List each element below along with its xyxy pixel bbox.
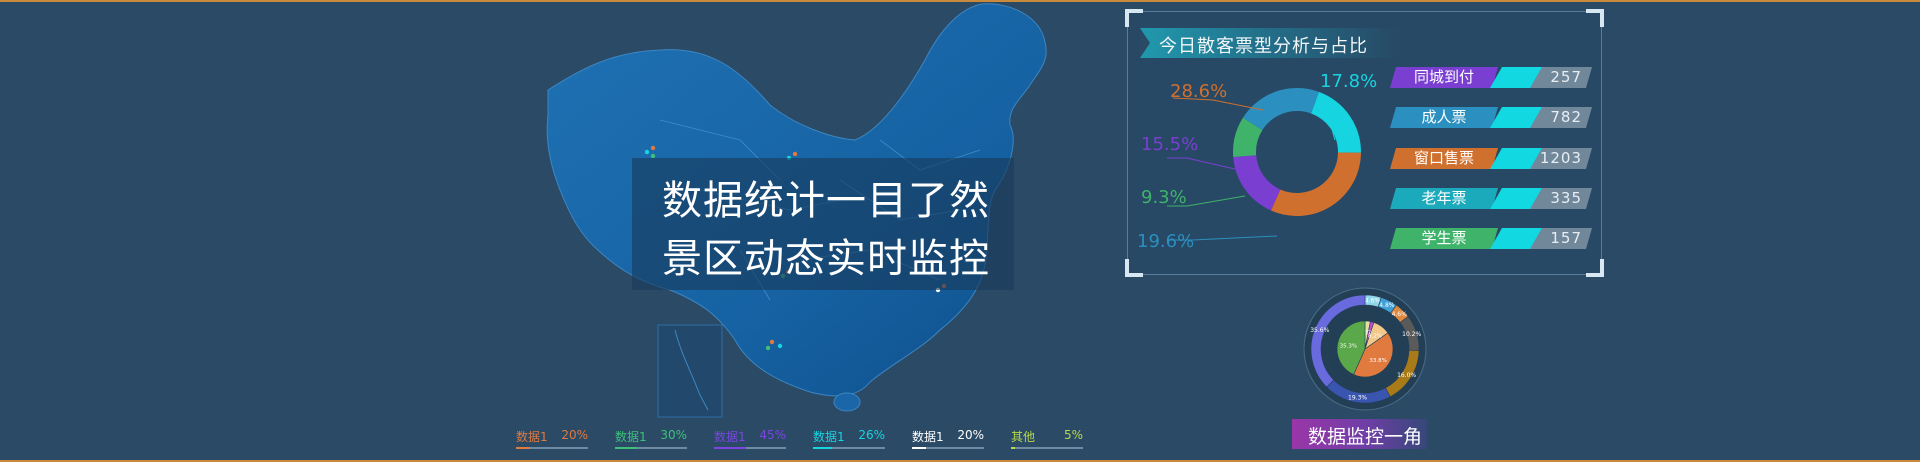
legend-name: 数据1 <box>714 430 746 444</box>
legend-fill <box>1011 447 1015 449</box>
ticket-row[interactable]: 老年票 335 <box>1390 188 1592 209</box>
inner-pie-label: 35.3% <box>1340 343 1357 349</box>
legend-pct: 30% <box>660 428 687 442</box>
monitor-ring-chart: 4.6%4.8%4.6%10.2%16.0%19.3%35.6% 2.5%1.7%… <box>1303 287 1427 411</box>
panel-title: 今日散客票型分析与占比 <box>1159 36 1368 57</box>
ticket-row-value: 257 <box>1550 68 1582 86</box>
donut-label: 17.8% <box>1320 71 1378 92</box>
donut-slice[interactable] <box>1233 155 1281 211</box>
legend-fill <box>813 447 832 449</box>
ticket-row[interactable]: 学生票 157 <box>1390 228 1592 249</box>
panel-corner <box>1125 9 1143 27</box>
legend-name: 数据1 <box>813 430 845 444</box>
legend-track <box>1011 447 1083 449</box>
ticket-row-label: 同城到付 <box>1390 67 1498 88</box>
legend-item[interactable]: 其他 5% <box>1011 426 1083 452</box>
legend-fill <box>615 447 637 449</box>
donut-label: 28.6% <box>1170 81 1228 102</box>
outer-ring-label: 4.6% <box>1365 298 1381 305</box>
map-island <box>833 392 861 412</box>
title-flag-icon <box>1140 28 1150 58</box>
headline-line-1: 数据统计一目了然 <box>662 178 990 224</box>
panel-corner <box>1586 9 1604 27</box>
headline-line-2: 景区动态实时监控 <box>662 236 990 282</box>
legend-item[interactable]: 数据1 26% <box>813 426 885 452</box>
legend-item[interactable]: 数据1 30% <box>615 426 687 452</box>
ticket-row[interactable]: 同城到付 257 <box>1390 67 1592 88</box>
outer-ring-label: 16.0% <box>1397 372 1416 379</box>
headline-overlay: 数据统计一目了然 景区动态实时监控 <box>632 158 1014 290</box>
ticket-row-value: 1203 <box>1539 149 1582 167</box>
outer-ring-label: 19.3% <box>1348 394 1367 401</box>
legend-name: 其他 <box>1011 430 1036 444</box>
ticket-row-label: 老年票 <box>1390 188 1498 209</box>
legend-item[interactable]: 数据1 20% <box>516 426 588 452</box>
ticket-row[interactable]: 窗口售票 1203 <box>1390 148 1592 169</box>
outer-ring-label: 35.6% <box>1310 327 1329 334</box>
legend-pct: 5% <box>1063 428 1083 442</box>
donut-label: 19.6% <box>1137 231 1195 252</box>
donut-slice[interactable] <box>1270 152 1361 216</box>
legend-pct: 20% <box>561 428 588 442</box>
legend-fill <box>912 447 927 449</box>
legend-pct: 45% <box>759 428 786 442</box>
inner-pie-label: 33.8% <box>1369 358 1386 364</box>
outer-ring-label: 10.2% <box>1402 331 1421 338</box>
outer-ring-label: 4.8% <box>1379 302 1395 309</box>
map-legend: 数据1 20% 数据1 30% 数据1 45% 数据1 26% 数据1 20% … <box>0 426 1920 456</box>
ticket-row-value: 335 <box>1550 189 1582 207</box>
legend-pct: 20% <box>957 428 984 442</box>
donut-slice[interactable] <box>1242 88 1319 131</box>
ticket-row-label: 窗口售票 <box>1390 148 1498 169</box>
ticket-row-value: 782 <box>1550 108 1582 126</box>
ticket-row-label: 学生票 <box>1390 228 1498 249</box>
legend-name: 数据1 <box>912 430 944 444</box>
donut-leader-line <box>1167 157 1240 171</box>
legend-fill <box>516 447 531 449</box>
panel-corner <box>1586 259 1604 277</box>
donut-label: 15.5% <box>1141 134 1199 155</box>
ticket-row[interactable]: 成人票 782 <box>1390 107 1592 128</box>
legend-pct: 26% <box>858 428 885 442</box>
legend-fill <box>714 447 747 449</box>
outer-ring-label: 4.6% <box>1392 311 1408 318</box>
ticket-row-label: 成人票 <box>1390 107 1498 128</box>
ticket-row-value: 157 <box>1550 229 1582 247</box>
monitor-caption-text: 数据监控一角 <box>1308 426 1423 448</box>
legend-name: 数据1 <box>615 430 647 444</box>
panel-title-bar: 今日散客票型分析与占比 <box>1140 28 1400 58</box>
monitor-caption: 数据监控一角 <box>1292 419 1427 449</box>
legend-item[interactable]: 数据1 45% <box>714 426 786 452</box>
legend-name: 数据1 <box>516 430 548 444</box>
donut-slice[interactable] <box>1311 91 1361 153</box>
donut-label: 9.3% <box>1141 187 1187 208</box>
legend-item[interactable]: 数据1 20% <box>912 426 984 452</box>
